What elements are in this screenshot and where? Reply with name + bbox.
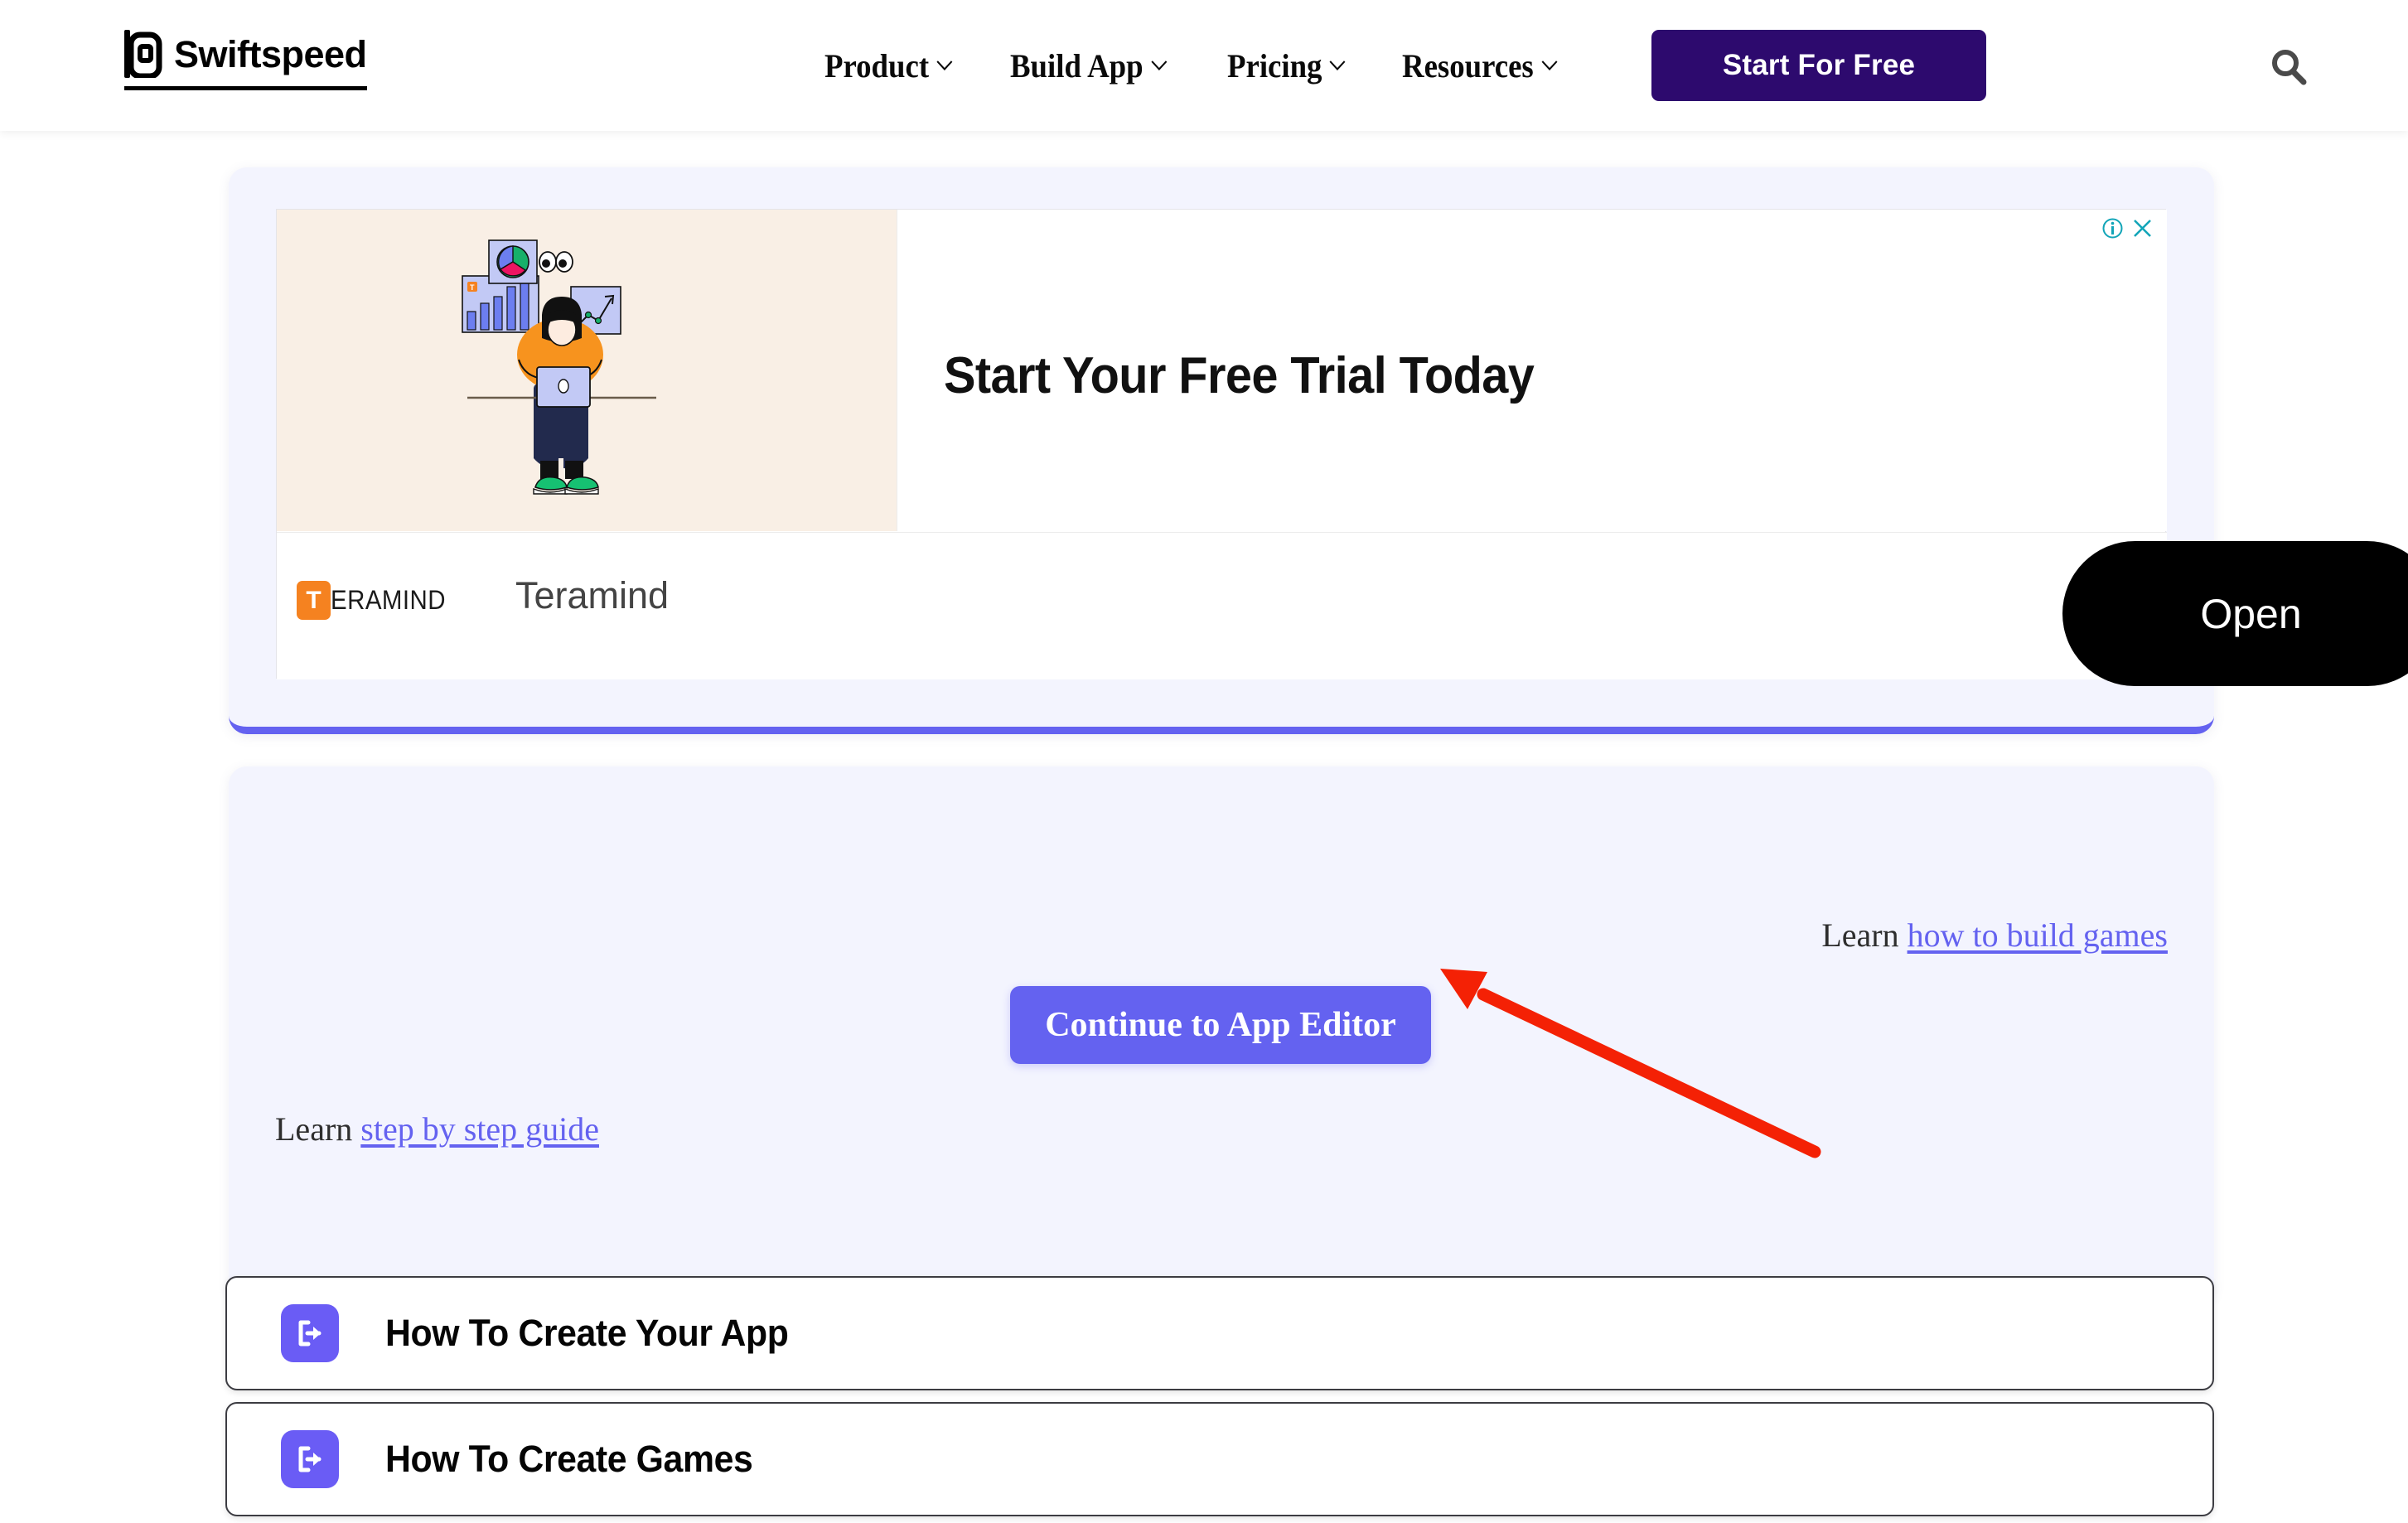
ad-open-button[interactable]: Open xyxy=(2062,541,2408,686)
exit-arrow-icon xyxy=(281,1430,339,1488)
learn-games-prefix: Learn xyxy=(1821,916,1908,954)
nav-item-label: Build App xyxy=(1010,46,1144,85)
chevron-down-icon xyxy=(1329,60,1346,70)
nav-item-build-app[interactable]: Build App xyxy=(1010,46,1167,85)
ad-copy-panel: Start Your Free Trial Today xyxy=(897,210,2167,531)
accordion-item-label: How To Create Your App xyxy=(385,1312,789,1354)
nav-item-resources[interactable]: Resources xyxy=(1402,46,1558,85)
advertiser-name: Teramind xyxy=(515,574,670,616)
step-by-step-guide-link[interactable]: step by step guide xyxy=(360,1110,599,1148)
app-editor-card: Learn how to build games Continue to App… xyxy=(229,766,2214,1303)
nav-item-label: Product xyxy=(824,46,930,85)
phone-logo-icon xyxy=(124,30,162,78)
svg-text:T: T xyxy=(470,283,475,292)
learn-step-by-step-guide: Learn step by step guide xyxy=(275,1110,599,1148)
brand-logo[interactable]: Swiftspeed xyxy=(124,30,367,90)
nav-item-pricing[interactable]: Pricing xyxy=(1227,46,1346,85)
search-button[interactable] xyxy=(2267,46,2310,89)
ad-info-icon[interactable] xyxy=(2101,217,2124,239)
brand-name: Swiftspeed xyxy=(174,32,367,75)
ad-controls xyxy=(2101,217,2154,239)
page-content: T Start Your Free Trial Today T ERAMIND … xyxy=(0,131,2408,1523)
nav-item-label: Pricing xyxy=(1226,46,1322,85)
ad-headline: Start Your Free Trial Today xyxy=(944,347,1535,404)
advertiser-wordmark: ERAMIND xyxy=(331,585,446,615)
chevron-down-icon xyxy=(936,60,953,70)
accordion-item-how-to-create-games[interactable]: How To Create Games xyxy=(225,1402,2214,1516)
main-navigation: Product Build App Pricing Resources xyxy=(824,0,1571,131)
nav-item-label: Resources xyxy=(1402,46,1534,85)
learn-how-to-build-games: Learn how to build games xyxy=(1821,916,2168,955)
accordion-item-how-to-create-your-app[interactable]: How To Create Your App xyxy=(225,1276,2214,1390)
site-header: Swiftspeed Product Build App Pricing Res… xyxy=(0,0,2408,131)
ad-frame: T Start Your Free Trial Today T ERAMIND … xyxy=(276,209,2408,686)
ad-footer: T ERAMIND Teramind Open xyxy=(277,532,2408,686)
nav-item-product[interactable]: Product xyxy=(824,46,953,85)
accordion-item-label: How To Create Games xyxy=(385,1438,753,1480)
advertisement-card: T Start Your Free Trial Today T ERAMIND … xyxy=(229,167,2408,734)
exit-arrow-icon xyxy=(281,1304,339,1362)
chevron-down-icon xyxy=(1541,60,1558,70)
advertiser-badge: T xyxy=(297,581,331,620)
ad-close-icon[interactable] xyxy=(2131,217,2154,239)
start-for-free-button[interactable]: Start For Free xyxy=(1651,30,1986,101)
continue-to-app-editor-button[interactable]: Continue to App Editor xyxy=(1010,986,1431,1064)
chevron-down-icon xyxy=(1151,60,1167,70)
ad-illustration: T xyxy=(277,210,897,531)
search-icon xyxy=(2272,50,2307,85)
how-to-build-games-link[interactable]: how to build games xyxy=(1908,916,2168,954)
advertiser-logo: T ERAMIND xyxy=(297,581,456,620)
learn-guide-prefix: Learn xyxy=(275,1110,361,1148)
person-with-laptop-and-charts-illustration: T xyxy=(462,239,656,495)
